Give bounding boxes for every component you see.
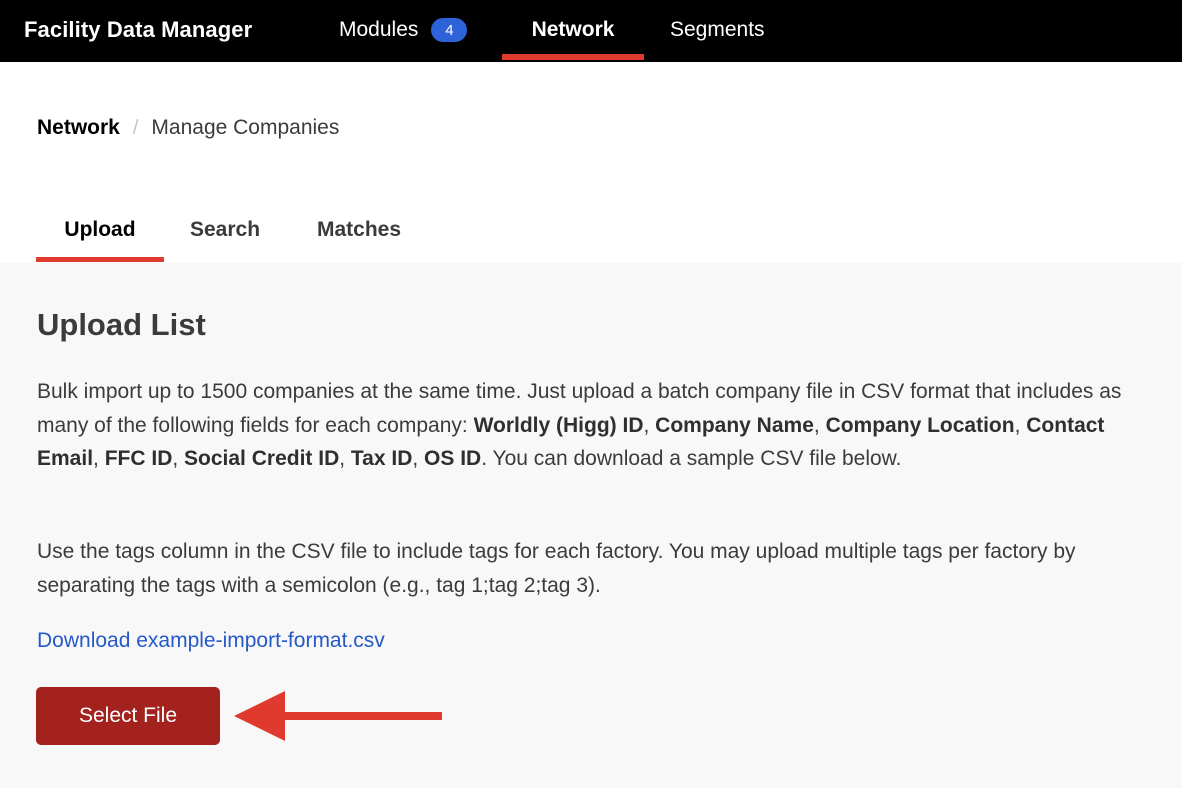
nav-item-network[interactable]: Network — [502, 0, 644, 60]
nav-item-segments[interactable]: Segments — [670, 0, 765, 60]
field-name: Tax ID — [350, 447, 413, 471]
section-title: Upload List — [37, 307, 206, 342]
nav-active-indicator — [502, 54, 644, 60]
upload-instructions: Bulk import up to 1500 companies at the … — [37, 375, 1147, 476]
field-name: OS ID — [424, 447, 482, 471]
tab-matches[interactable]: Matches — [317, 212, 401, 248]
nav-item-modules[interactable]: Modules 4 — [339, 0, 468, 60]
field-name: Company Name — [655, 413, 814, 437]
tab-search[interactable]: Search — [190, 212, 260, 248]
instructions-outro: . You can download a sample CSV file bel… — [481, 447, 902, 471]
modules-count-badge: 4 — [431, 18, 468, 42]
tab-active-indicator — [36, 257, 164, 262]
tab-bar: Upload Search Matches — [0, 196, 1182, 263]
nav-item-modules-label: Modules — [339, 18, 419, 41]
upload-panel: Upload List Bulk import up to 1500 compa… — [0, 263, 1182, 788]
breadcrumb-network-link[interactable]: Network — [37, 116, 120, 140]
tab-upload[interactable]: Upload — [36, 212, 164, 248]
download-example-csv-link[interactable]: Download example-import-format.csv — [37, 629, 385, 653]
field-separator: , — [172, 447, 185, 471]
app-title[interactable]: Facility Data Manager — [24, 0, 252, 60]
breadcrumb-current-page: Manage Companies — [151, 116, 340, 139]
field-separator: , — [1014, 413, 1027, 437]
field-separator: , — [412, 447, 425, 471]
field-separator: , — [813, 413, 826, 437]
breadcrumb-separator: / — [132, 116, 139, 139]
field-name: Social Credit ID — [184, 447, 340, 471]
field-separator: , — [643, 413, 656, 437]
left-arrow-icon — [234, 691, 442, 741]
field-separator: , — [93, 447, 105, 471]
top-navigation-bar: Facility Data Manager Modules 4 Network … — [0, 0, 1182, 62]
field-name: Company Location — [825, 413, 1015, 437]
select-file-button[interactable]: Select File — [36, 687, 220, 745]
field-name: FFC ID — [104, 447, 173, 471]
field-name: Worldly (Higg) ID — [473, 413, 644, 437]
breadcrumb: Network / Manage Companies — [37, 116, 339, 140]
tags-instructions: Use the tags column in the CSV file to i… — [37, 540, 1076, 597]
field-separator: , — [339, 447, 351, 471]
